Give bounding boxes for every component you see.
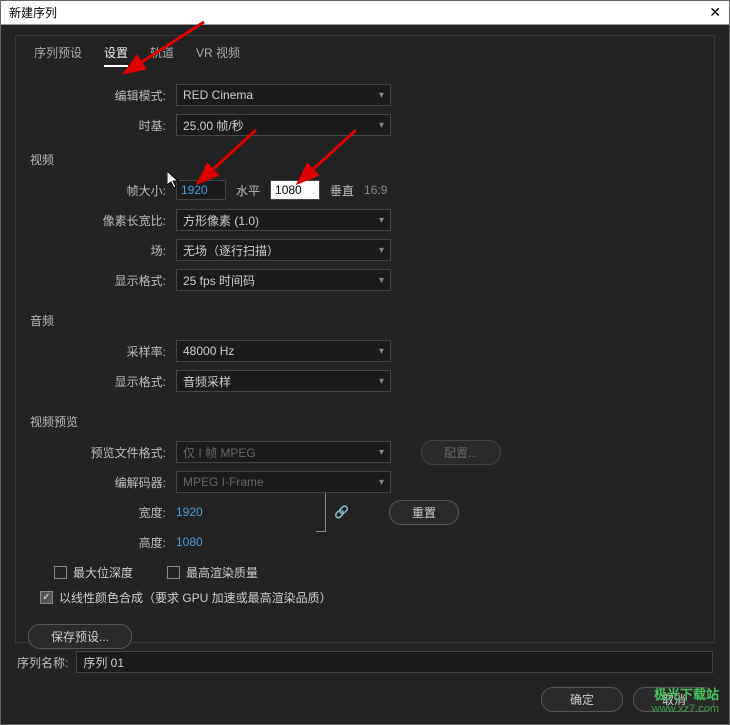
fields-select[interactable]: 无场（逐行扫描） ▾ <box>176 239 391 261</box>
chevron-down-icon: ▾ <box>379 447 384 458</box>
timebase-value: 25.00 帧/秒 <box>183 117 244 134</box>
chevron-down-icon: ▾ <box>379 346 384 357</box>
preview-height-value[interactable]: 1080 <box>176 535 203 549</box>
reset-button[interactable]: 重置 <box>389 500 459 525</box>
chevron-down-icon: ▾ <box>379 245 384 256</box>
sequence-name-value: 序列 01 <box>83 654 124 671</box>
frame-width-value: 1920 <box>181 183 208 197</box>
codec-label: 编解码器: <box>26 474 176 491</box>
preview-file-format-select: 仅 I 帧 MPEG ▾ <box>176 441 391 463</box>
pixel-aspect-select[interactable]: 方形像素 (1.0) ▾ <box>176 209 391 231</box>
preview-section-title: 视频预览 <box>30 413 704 430</box>
codec-select: MPEG I-Frame ▾ <box>176 471 391 493</box>
watermark-line1: 极光下载站 <box>652 687 719 703</box>
tab-vr[interactable]: VR 视频 <box>196 44 240 67</box>
chevron-down-icon: ▾ <box>379 215 384 226</box>
chevron-down-icon: ▾ <box>379 275 384 286</box>
chevron-down-icon: ▾ <box>379 376 384 387</box>
max-bit-depth-label: 最大位深度 <box>73 564 133 581</box>
chevron-down-icon: ▾ <box>379 120 384 131</box>
fields-label: 场: <box>26 242 176 259</box>
watermark: 极光下载站 www.xz7.com <box>652 687 719 716</box>
tab-preset[interactable]: 序列预设 <box>34 44 82 67</box>
sequence-name-label: 序列名称: <box>17 654 76 671</box>
titlebar: 新建序列 ✕ <box>1 1 729 25</box>
preview-file-format-value: 仅 I 帧 MPEG <box>183 444 256 461</box>
fields-value: 无场（逐行扫描） <box>183 242 279 259</box>
timebase-select[interactable]: 25.00 帧/秒 ▾ <box>176 114 391 136</box>
sequence-name-input[interactable]: 序列 01 <box>76 651 713 673</box>
video-display-format-label: 显示格式: <box>26 272 176 289</box>
sample-rate-value: 48000 Hz <box>183 344 234 358</box>
video-display-format-select[interactable]: 25 fps 时间码 ▾ <box>176 269 391 291</box>
window-title: 新建序列 <box>9 4 57 21</box>
pixel-aspect-label: 像素长宽比: <box>26 212 176 229</box>
frame-width-input[interactable]: 1920 <box>176 180 226 200</box>
preview-width-label: 宽度: <box>26 504 176 521</box>
chevron-down-icon: ▾ <box>379 90 384 101</box>
audio-display-format-value: 音频采样 <box>183 373 231 390</box>
audio-section-title: 音频 <box>30 312 704 329</box>
tab-tracks[interactable]: 轨道 <box>150 44 174 67</box>
video-section-title: 视频 <box>30 151 704 168</box>
tab-bar: 序列预设 设置 轨道 VR 视频 <box>26 44 704 67</box>
dialog-content: 序列预设 设置 轨道 VR 视频 编辑模式: RED Cinema ▾ 时基: … <box>1 25 729 724</box>
sample-rate-select[interactable]: 48000 Hz ▾ <box>176 340 391 362</box>
save-preset-button[interactable]: 保存预设... <box>28 624 132 649</box>
chevron-down-icon: ▾ <box>379 477 384 488</box>
preview-width-value[interactable]: 1920 <box>176 505 226 519</box>
close-icon[interactable]: ✕ <box>709 4 721 21</box>
new-sequence-dialog: 新建序列 ✕ 序列预设 设置 轨道 VR 视频 编辑模式: RED Cinema… <box>0 0 730 725</box>
vertical-label: 垂直 <box>330 182 354 199</box>
linear-composite-label: 以线性颜色合成（要求 GPU 加速或最高渲染品质） <box>59 589 332 606</box>
audio-display-format-label: 显示格式: <box>26 373 176 390</box>
edit-mode-select[interactable]: RED Cinema ▾ <box>176 84 391 106</box>
max-bit-depth-checkbox[interactable]: 最大位深度 <box>54 564 133 581</box>
max-render-quality-label: 最高渲染质量 <box>186 564 258 581</box>
preview-file-format-label: 预览文件格式: <box>26 444 176 461</box>
checkbox-icon: ✓ <box>40 591 53 604</box>
frame-size-label: 帧大小: <box>26 182 176 199</box>
tab-settings[interactable]: 设置 <box>104 44 128 67</box>
watermark-line2: www.xz7.com <box>652 703 719 716</box>
preview-height-label: 高度: <box>26 534 176 551</box>
link-icon[interactable]: 🔗 <box>334 505 349 519</box>
linear-composite-checkbox[interactable]: ✓ 以线性颜色合成（要求 GPU 加速或最高渲染品质） <box>40 589 704 606</box>
configure-button: 配置... <box>421 440 501 465</box>
pixel-aspect-value: 方形像素 (1.0) <box>183 212 259 229</box>
max-render-quality-checkbox[interactable]: 最高渲染质量 <box>167 564 258 581</box>
sample-rate-label: 采样率: <box>26 343 176 360</box>
ok-button[interactable]: 确定 <box>541 687 623 712</box>
codec-value: MPEG I-Frame <box>183 475 264 489</box>
link-bracket-icon <box>316 492 326 532</box>
frame-height-input[interactable]: 1080 <box>270 180 320 200</box>
video-display-format-value: 25 fps 时间码 <box>183 272 255 289</box>
checkbox-icon <box>54 566 67 579</box>
checkbox-icon <box>167 566 180 579</box>
horizontal-label: 水平 <box>236 182 260 199</box>
timebase-label: 时基: <box>26 117 176 134</box>
edit-mode-value: RED Cinema <box>183 88 253 102</box>
audio-display-format-select[interactable]: 音频采样 ▾ <box>176 370 391 392</box>
frame-height-value: 1080 <box>275 183 302 197</box>
aspect-ratio: 16:9 <box>364 183 387 197</box>
edit-mode-label: 编辑模式: <box>26 87 176 104</box>
